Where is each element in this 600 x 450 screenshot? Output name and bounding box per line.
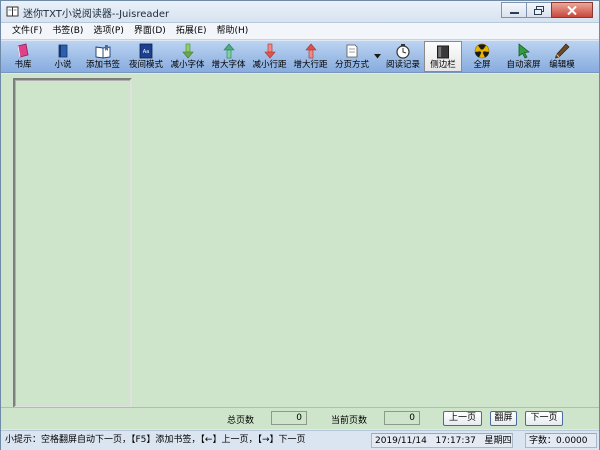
toolbar-line-spacing-decrease-button[interactable]: 减小行距 <box>249 41 290 72</box>
restore-button[interactable] <box>526 2 552 18</box>
sidebar-book-icon <box>437 45 449 59</box>
reading-pane[interactable] <box>133 74 599 407</box>
menu-extensions[interactable]: 拓展(E) <box>171 24 212 39</box>
window-title: 迷你TXT小说阅读器--Juisreader <box>23 9 170 20</box>
toolbar-night-mode-button[interactable]: Aa 夜间模式 <box>125 41 167 72</box>
minimize-button[interactable] <box>501 2 527 18</box>
pagination-mode-icon <box>346 44 358 58</box>
svg-text:Aa: Aa <box>143 49 149 55</box>
flip-screen-button[interactable]: 翻屏 <box>490 411 517 426</box>
app-book-icon <box>6 6 19 17</box>
toolbar-reading-history-button[interactable]: 阅读记录 <box>382 41 424 72</box>
sidebar-panel[interactable] <box>13 78 132 408</box>
toolbar-add-bookmark-button[interactable]: 添加书签 <box>81 41 125 72</box>
restore-icon <box>534 5 544 15</box>
title-bar[interactable]: 迷你TXT小说阅读器--Juisreader <box>1 1 599 23</box>
total-pages-field: 0 <box>271 411 307 425</box>
close-button[interactable] <box>551 2 593 18</box>
status-hint: 小提示：空格翻屏自动下一页，【F5】添加书签，【←】上一页，【→】下一页 <box>5 435 306 445</box>
main-area <box>1 74 599 408</box>
status-bar: 小提示：空格翻屏自动下一页，【F5】添加书签，【←】上一页，【→】下一页 201… <box>1 430 599 450</box>
menu-bookmark[interactable]: 书签(B) <box>47 24 88 39</box>
auto-scroll-cursor-icon <box>518 43 530 59</box>
bookcase-icon <box>17 43 29 58</box>
toolbar-fullscreen-button[interactable]: 全屏 <box>462 41 502 72</box>
night-mode-icon: Aa <box>139 43 153 59</box>
edit-mode-pen-icon <box>554 43 570 59</box>
status-date: 2019/11/14 <box>375 436 427 446</box>
previous-page-button[interactable]: 上一页 <box>443 411 482 426</box>
font-increase-icon <box>222 43 235 59</box>
toolbar-novel-button[interactable]: 小说 <box>45 41 81 72</box>
fullscreen-radiation-icon <box>474 43 490 59</box>
app-window: 迷你TXT小说阅读器--Juisreader 文件(F) 书签(B) 选项(P)… <box>0 0 600 450</box>
chevron-down-icon <box>374 54 381 59</box>
page-navigation-bar: 总页数 0 当前页数 0 上一页 翻屏 下一页 <box>1 407 599 429</box>
menu-bar: 文件(F) 书签(B) 选项(P) 界面(D) 拓展(E) 帮助(H) <box>1 23 599 40</box>
reading-history-clock-icon <box>396 44 410 59</box>
menu-file[interactable]: 文件(F) <box>7 24 47 39</box>
current-page-label: 当前页数 <box>331 416 368 426</box>
toolbar-edit-mode-button[interactable]: 编辑模 <box>545 41 579 72</box>
toolbar: 书库 小说 添加书签 Aa 夜间模式 减小字体 增大字体 减小行距 增大行距 分… <box>1 41 599 73</box>
current-page-field[interactable]: 0 <box>384 411 420 425</box>
toolbar-font-increase-button[interactable]: 增大字体 <box>208 41 249 72</box>
status-datetime: 2019/11/14 17:17:37 星期四 <box>371 433 513 448</box>
status-time: 17:17:37 <box>435 436 476 446</box>
toolbar-auto-scroll-button[interactable]: 自动滚屏 <box>502 41 545 72</box>
toolbar-line-spacing-increase-button[interactable]: 增大行距 <box>290 41 331 72</box>
pagination-mode-dropdown[interactable] <box>373 41 382 72</box>
menu-interface[interactable]: 界面(D) <box>129 24 171 39</box>
novel-book-icon <box>58 44 68 58</box>
add-bookmark-icon <box>95 45 111 59</box>
font-decrease-icon <box>181 43 194 59</box>
toolbar-sidebar-button[interactable]: 侧边栏 <box>424 41 462 72</box>
status-weekday: 星期四 <box>484 436 512 446</box>
toolbar-font-decrease-button[interactable]: 减小字体 <box>167 41 208 72</box>
close-icon <box>567 5 577 15</box>
line-spacing-increase-icon <box>304 43 317 59</box>
line-spacing-decrease-icon <box>263 43 276 59</box>
menu-help[interactable]: 帮助(H) <box>212 24 254 39</box>
menu-options[interactable]: 选项(P) <box>88 24 128 39</box>
minimize-icon <box>509 12 519 14</box>
status-word-count: 字数：0.0000 <box>525 433 597 448</box>
toolbar-bookcase-button[interactable]: 书库 <box>1 41 45 72</box>
toolbar-pagination-mode-button[interactable]: 分页方式 <box>331 41 373 72</box>
next-page-button[interactable]: 下一页 <box>525 411 563 426</box>
total-pages-label: 总页数 <box>227 416 255 426</box>
